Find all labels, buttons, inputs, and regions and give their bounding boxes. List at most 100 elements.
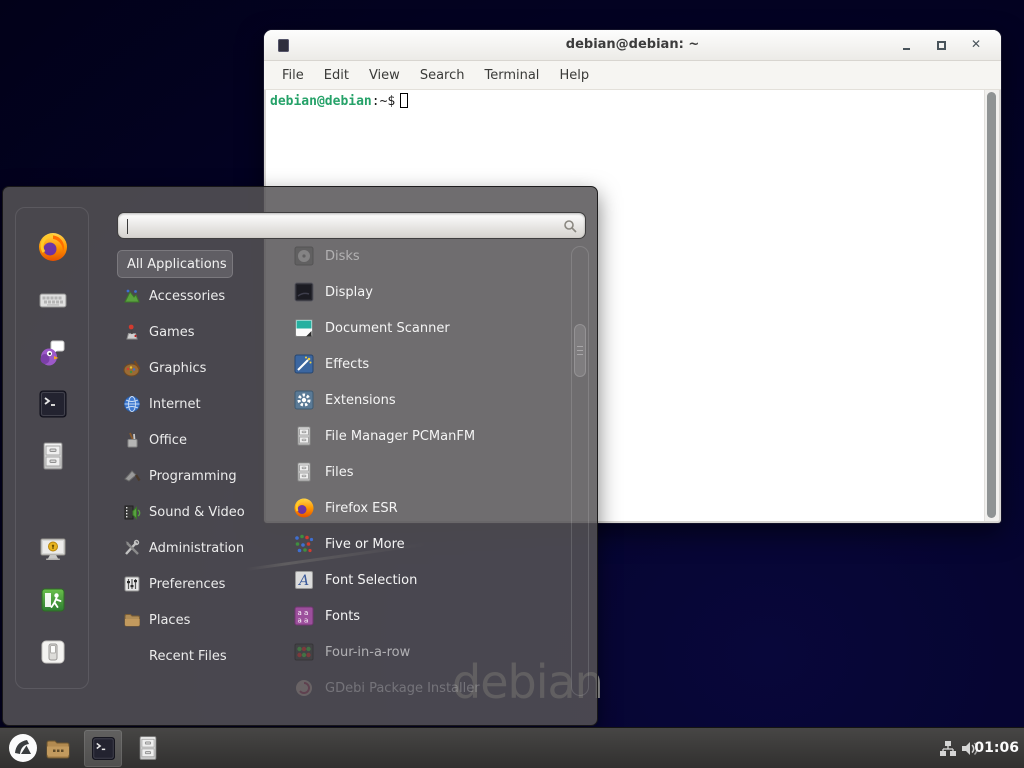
app-item-file-manager-pcmanfm[interactable]: File Manager PCManFM bbox=[293, 422, 475, 450]
app-label: Files bbox=[325, 465, 354, 480]
menu-search[interactable]: Search bbox=[410, 64, 475, 87]
scrollbar-grip bbox=[577, 346, 583, 357]
log-out-button[interactable] bbox=[37, 584, 69, 616]
category-label: Recent Files bbox=[149, 649, 227, 664]
lock-screen-button[interactable] bbox=[37, 533, 69, 565]
prompt-suffix: :~$ bbox=[372, 94, 395, 109]
category-label: Preferences bbox=[149, 577, 225, 592]
firefox-icon bbox=[293, 497, 315, 519]
terminal-scrollbar-thumb[interactable] bbox=[987, 92, 996, 518]
favorite-file-manager-button[interactable] bbox=[37, 440, 69, 472]
app-label: Fonts bbox=[325, 609, 360, 624]
shut-down-button[interactable] bbox=[37, 636, 69, 668]
category-label: Graphics bbox=[149, 361, 206, 376]
keyboard-install-icon bbox=[37, 284, 69, 316]
close-button[interactable]: ✕ bbox=[971, 40, 983, 52]
app-label: Firefox ESR bbox=[325, 501, 398, 516]
favorite-terminal-button[interactable] bbox=[37, 388, 69, 420]
app-item-five-or-more[interactable]: Five or More bbox=[293, 530, 405, 558]
category-all-applications[interactable]: All Applications bbox=[117, 250, 233, 278]
app-item-four-in-a-row[interactable]: Four-in-a-row bbox=[293, 638, 410, 666]
firefox-icon bbox=[37, 231, 69, 263]
app-label: File Manager PCManFM bbox=[325, 429, 475, 444]
taskbar-terminal-button-active[interactable] bbox=[84, 730, 122, 767]
menu-view[interactable]: View bbox=[359, 64, 410, 87]
taskbar-file-manager-button[interactable] bbox=[44, 735, 72, 763]
category-programming[interactable]: Programming bbox=[123, 462, 237, 490]
menu-scrollbar-thumb[interactable] bbox=[574, 324, 586, 377]
favorite-install-system-button[interactable] bbox=[37, 284, 69, 316]
category-recent-files[interactable]: Recent Files bbox=[123, 642, 227, 670]
taskbar-file-cabinet-button[interactable] bbox=[134, 734, 162, 762]
internet-globe-icon bbox=[123, 395, 141, 413]
office-icon bbox=[123, 431, 141, 449]
maximize-icon bbox=[937, 41, 946, 50]
category-games[interactable]: Games bbox=[123, 318, 194, 346]
app-label: Effects bbox=[325, 357, 369, 372]
category-internet[interactable]: Internet bbox=[123, 390, 201, 418]
menu-file[interactable]: File bbox=[272, 64, 314, 87]
menu-terminal[interactable]: Terminal bbox=[474, 64, 549, 87]
category-sound-video[interactable]: Sound & Video bbox=[123, 498, 245, 526]
programming-icon bbox=[123, 467, 141, 485]
app-item-extensions[interactable]: Extensions bbox=[293, 386, 396, 414]
favorite-firefox-button[interactable] bbox=[37, 231, 69, 263]
gdebi-icon bbox=[293, 677, 315, 699]
category-label: Games bbox=[149, 325, 194, 340]
effects-icon bbox=[293, 353, 315, 375]
app-item-document-scanner[interactable]: Document Scanner bbox=[293, 314, 450, 342]
minimize-button[interactable] bbox=[901, 40, 913, 52]
category-label: Office bbox=[149, 433, 187, 448]
category-accessories[interactable]: Accessories bbox=[123, 282, 225, 310]
menu-edit[interactable]: Edit bbox=[314, 64, 359, 87]
app-item-files[interactable]: Files bbox=[293, 458, 354, 486]
category-office[interactable]: Office bbox=[123, 426, 187, 454]
file-cabinet-icon bbox=[134, 734, 162, 762]
minimize-icon bbox=[903, 48, 910, 50]
file-cabinet-icon bbox=[37, 440, 69, 472]
application-menu: All Applications Accessories Games bbox=[2, 186, 598, 726]
app-item-effects[interactable]: Effects bbox=[293, 350, 369, 378]
app-label: Document Scanner bbox=[325, 321, 450, 336]
favorite-pidgin-button[interactable] bbox=[37, 336, 69, 368]
text-caret bbox=[127, 219, 128, 234]
app-item-firefox-esr[interactable]: Firefox ESR bbox=[293, 494, 398, 522]
app-item-font-selection[interactable]: A Font Selection bbox=[293, 566, 417, 594]
recent-files-spacer bbox=[123, 647, 141, 665]
clock[interactable]: 01:06 bbox=[974, 740, 1019, 756]
fonts-icon: a a a a bbox=[293, 605, 315, 627]
menu-search-input[interactable] bbox=[126, 215, 557, 236]
preferences-icon bbox=[123, 575, 141, 593]
terminal-titlebar[interactable]: debian@debian: ~ ✕ bbox=[264, 30, 1001, 61]
menu-scrollbar-track[interactable] bbox=[571, 246, 589, 696]
network-wired-icon bbox=[939, 740, 957, 757]
menu-help[interactable]: Help bbox=[549, 64, 599, 87]
svg-text:a a: a a bbox=[298, 617, 309, 625]
terminal-cursor bbox=[400, 93, 408, 108]
category-label: Internet bbox=[149, 397, 201, 412]
app-label: GDebi Package Installer bbox=[325, 681, 480, 696]
app-item-fonts[interactable]: a a a a Fonts bbox=[293, 602, 360, 630]
network-tray-button[interactable] bbox=[939, 740, 957, 761]
category-label: Programming bbox=[149, 469, 237, 484]
terminal-scrollbar-track[interactable] bbox=[984, 90, 999, 521]
category-label: Sound & Video bbox=[149, 505, 245, 520]
folder-icon bbox=[44, 735, 72, 763]
app-item-gdebi-package-installer[interactable]: GDebi Package Installer bbox=[293, 674, 480, 702]
app-label: Five or More bbox=[325, 537, 405, 552]
category-graphics[interactable]: Graphics bbox=[123, 354, 206, 382]
font-selection-icon: A bbox=[293, 569, 315, 591]
graphics-icon bbox=[123, 359, 141, 377]
app-item-display[interactable]: Display bbox=[293, 278, 373, 306]
terminal-menubar: File Edit View Search Terminal Help bbox=[264, 61, 1001, 90]
sound-video-icon bbox=[123, 503, 141, 521]
app-item-disks[interactable]: Disks bbox=[293, 242, 360, 270]
four-in-a-row-icon bbox=[293, 641, 315, 663]
games-icon bbox=[123, 323, 141, 341]
category-preferences[interactable]: Preferences bbox=[123, 570, 225, 598]
category-administration[interactable]: Administration bbox=[123, 534, 244, 562]
category-label: Accessories bbox=[149, 289, 225, 304]
category-places[interactable]: Places bbox=[123, 606, 190, 634]
maximize-button[interactable] bbox=[936, 40, 948, 52]
menu-button[interactable] bbox=[8, 733, 38, 763]
